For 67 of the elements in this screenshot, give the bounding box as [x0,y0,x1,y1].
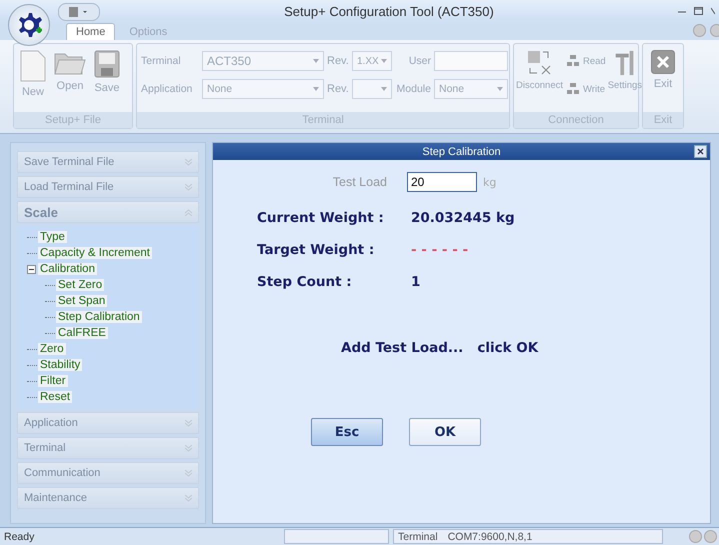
tree-item[interactable]: CalFREE [56,327,108,339]
ribbon-tab[interactable]: Home [66,23,116,40]
network-icon [567,83,579,95]
tree-item[interactable]: Reset [38,391,72,403]
caret-icon [381,87,387,91]
section-header[interactable]: Communication [17,462,199,484]
maximize-icon[interactable] [694,7,703,15]
ribbon-tab[interactable]: Options [119,23,178,40]
chevron-icon [185,444,192,452]
field-label: Module [396,83,431,95]
quick-access-button[interactable] [58,3,100,21]
section-header[interactable]: Load Terminal File [17,176,199,198]
field-label: Test Load [332,175,387,189]
section-header[interactable]: Save Terminal File [17,151,199,173]
indicator-icon [689,530,702,543]
disconnect-icon [526,50,554,76]
chevron-icon [185,420,192,426]
chevron-icon [185,208,192,216]
field-value: 20.032445 kg [411,210,515,226]
collapse-icon[interactable] [27,264,36,274]
tree-item[interactable]: Stability [38,359,82,371]
instruction-text: Add Test Load... click OK [341,340,540,356]
chevron-icon [185,184,192,190]
status-text: Ready [3,530,36,544]
dialog-title: Step Calibration [422,146,501,158]
chevron-icon [185,158,192,166]
tree-item[interactable]: Filter [38,375,68,387]
tree-item[interactable]: Set Zero [56,279,104,291]
dialog-button[interactable]: Esc [311,418,383,446]
input-field[interactable]: 20 [407,172,477,192]
field-label: Current Weight : [257,210,385,226]
section-header[interactable]: Maintenance [17,487,199,509]
indicator-icon [704,530,717,543]
blank-page-icon [20,50,46,82]
hammer-icon [614,50,636,76]
field-value: 1 [411,274,420,290]
field-label: Target Weight : [257,242,376,258]
section-header[interactable]: Application [17,412,199,434]
status-label: Terminal [398,530,438,542]
tree-item[interactable]: Calibration [38,263,97,275]
status-value: COM7:9600,N,8,1 [448,530,532,542]
field-label: Terminal [141,55,182,67]
dialog-button[interactable]: OK [409,418,481,446]
field-label: Step Count : [257,274,353,290]
app-logo-icon[interactable] [8,4,50,46]
field-label: User [408,55,431,67]
field-label: Rev. [327,83,349,95]
field-label: Application [141,83,194,95]
caret-icon [313,87,319,91]
unit-label: kg [483,176,496,188]
network-icon [567,55,579,67]
tree-item[interactable]: Capacity & Increment [38,247,152,259]
tree-item[interactable]: Step Calibration [56,311,142,323]
caret-icon [381,59,387,63]
field-value: - - - - - - [411,242,468,258]
field-label: Rev. [327,55,349,67]
floppy-disk-icon [68,7,90,17]
section-header[interactable]: Terminal [17,437,199,459]
chevron-icon [185,494,192,502]
section-header[interactable]: Scale [17,201,199,223]
chevron-icon [185,470,192,476]
caret-icon [313,59,319,63]
tree-item[interactable]: Type [38,231,67,243]
caret-icon [497,87,503,91]
tree-item[interactable]: Zero [38,343,66,355]
window-title: Setup+ Configuration Tool (ACT350) [284,4,494,18]
tree-item[interactable]: Set Span [56,295,108,307]
